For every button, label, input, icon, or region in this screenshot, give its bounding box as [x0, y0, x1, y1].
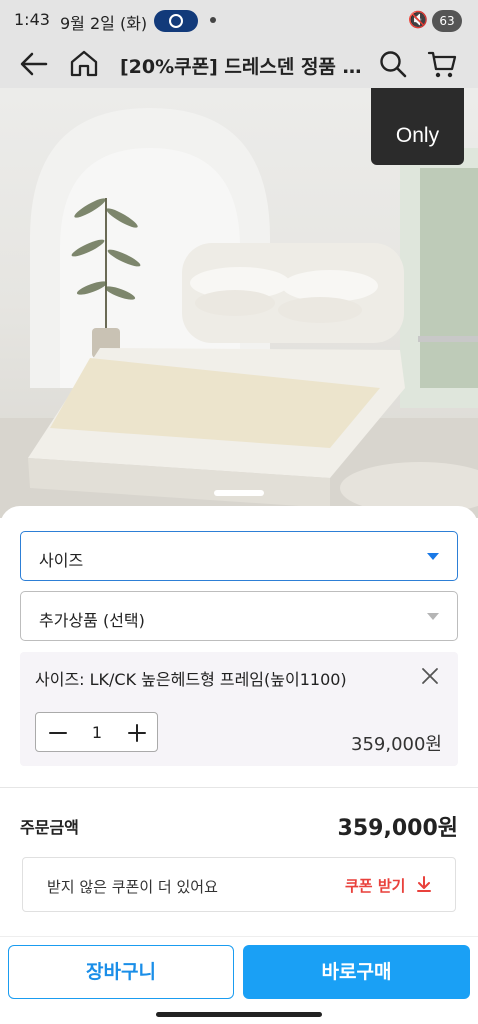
mute-icon: 🔇 — [408, 10, 428, 29]
selected-option-name: 사이즈: LK/CK 높은헤드형 프레임(높이1100) — [35, 670, 347, 689]
order-total-label: 주문금액 — [20, 818, 79, 837]
only-badge: Only — [371, 88, 464, 165]
coupon-message: 받지 않은 쿠폰이 더 있어요 — [47, 878, 218, 896]
notification-dot-icon — [210, 17, 216, 23]
size-select[interactable]: 사이즈 — [20, 531, 458, 581]
status-bar: 1:43 9월 2일 (화) 🔇 63 — [0, 0, 478, 40]
carousel-indicator — [214, 490, 264, 496]
battery-indicator: 63 — [432, 10, 462, 32]
minus-icon[interactable] — [48, 723, 68, 743]
buy-now-button[interactable]: 바로구매 — [243, 945, 470, 999]
action-bar: 장바구니 바로구매 — [0, 936, 478, 1006]
add-to-cart-button[interactable]: 장바구니 — [8, 945, 234, 999]
quantity-stepper: 1 — [35, 712, 158, 752]
only-badge-label: Only — [395, 124, 440, 147]
addon-select[interactable]: 추가상품 (선택) — [20, 591, 458, 641]
chevron-down-icon — [427, 613, 439, 620]
download-icon — [417, 876, 431, 892]
coupon-banner[interactable]: 받지 않은 쿠폰이 더 있어요 쿠폰 받기 — [22, 857, 456, 912]
status-time: 1:43 — [14, 10, 50, 29]
coupon-get-button[interactable]: 쿠폰 받기 — [345, 875, 405, 896]
page-title: [20%쿠폰] 드레스덴 정품 ... — [120, 56, 362, 78]
order-total-value: 359,000원 — [337, 816, 458, 841]
addon-select-label: 추가상품 (선택) — [39, 611, 145, 630]
selected-option: 사이즈: LK/CK 높은헤드형 프레임(높이1100) 1 359,000원 — [20, 652, 458, 766]
home-icon[interactable] — [68, 48, 100, 78]
size-select-label: 사이즈 — [39, 551, 84, 570]
search-icon[interactable] — [378, 49, 408, 79]
system-nav-bar — [0, 1006, 478, 1024]
divider — [0, 787, 478, 788]
home-gesture-bar[interactable] — [156, 1012, 322, 1017]
media-notification-icon — [154, 10, 198, 32]
plus-icon[interactable] — [127, 723, 147, 743]
chevron-down-icon — [427, 553, 439, 560]
close-icon[interactable] — [420, 666, 440, 686]
app-header: [20%쿠폰] 드레스덴 정품 ... — [0, 40, 478, 88]
arrow-left-icon[interactable] — [18, 50, 50, 78]
quantity-value[interactable]: 1 — [78, 723, 116, 742]
status-date: 9월 2일 (화) — [60, 14, 148, 33]
selected-option-price: 359,000원 — [351, 734, 442, 755]
cart-icon[interactable] — [426, 48, 458, 80]
